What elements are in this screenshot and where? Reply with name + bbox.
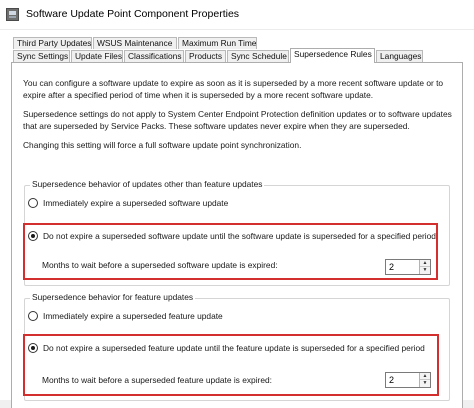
radio-other-wait-label[interactable]: Do not expire a superseded software upda… — [43, 231, 436, 241]
radio-other-wait[interactable] — [28, 231, 38, 241]
spin-up-icon[interactable]: ▲ — [420, 373, 430, 380]
tab-wsus-maintenance[interactable]: WSUS Maintenance — [93, 37, 177, 49]
months-feature-value[interactable]: 2 — [389, 375, 394, 385]
tab-update-files[interactable]: Update Files — [71, 50, 123, 62]
radio-feature-immediate-label[interactable]: Immediately expire a superseded feature … — [43, 311, 223, 321]
intro-text: You can configure a software update to e… — [23, 78, 444, 100]
note-text: Supersedence settings do not apply to Sy… — [23, 109, 452, 131]
months-other-value[interactable]: 2 — [389, 262, 394, 272]
months-feature-label: Months to wait before a superseded featu… — [42, 375, 272, 385]
radio-feature-wait-label[interactable]: Do not expire a superseded feature updat… — [43, 343, 425, 353]
group-other-updates-label: Supersedence behavior of updates other t… — [30, 179, 265, 189]
spin-up-icon[interactable]: ▲ — [420, 260, 430, 267]
radio-other-immediate-label[interactable]: Immediately expire a superseded software… — [43, 198, 228, 208]
months-other-spin-buttons: ▲ ▼ — [419, 260, 430, 274]
warning-text: Changing this setting will force a full … — [23, 140, 302, 150]
spin-down-icon[interactable]: ▼ — [420, 267, 430, 274]
months-other-spinner[interactable]: 2 ▲ ▼ — [385, 259, 431, 275]
radio-feature-wait[interactable] — [28, 343, 38, 353]
app-icon — [6, 8, 19, 21]
tab-classifications[interactable]: Classifications — [124, 50, 184, 62]
months-other-label: Months to wait before a superseded softw… — [42, 260, 278, 270]
tab-maximum-run-time[interactable]: Maximum Run Time — [178, 37, 257, 49]
tab-third-party-updates[interactable]: Third Party Updates — [13, 37, 92, 49]
spin-down-icon[interactable]: ▼ — [420, 380, 430, 387]
tab-products[interactable]: Products — [185, 50, 226, 62]
tab-supersedence-rules[interactable]: Supersedence Rules — [290, 48, 375, 63]
window-title: Software Update Point Component Properti… — [26, 8, 240, 20]
tab-languages[interactable]: Languages — [376, 50, 423, 62]
tab-sync-settings[interactable]: Sync Settings — [13, 50, 70, 62]
tab-sync-schedule[interactable]: Sync Schedule — [227, 50, 289, 62]
months-feature-spinner[interactable]: 2 ▲ ▼ — [385, 372, 431, 388]
months-feature-spin-buttons: ▲ ▼ — [419, 373, 430, 387]
radio-feature-immediate[interactable] — [28, 311, 38, 321]
group-feature-updates-label: Supersedence behavior for feature update… — [30, 292, 196, 302]
radio-other-immediate[interactable] — [28, 198, 38, 208]
